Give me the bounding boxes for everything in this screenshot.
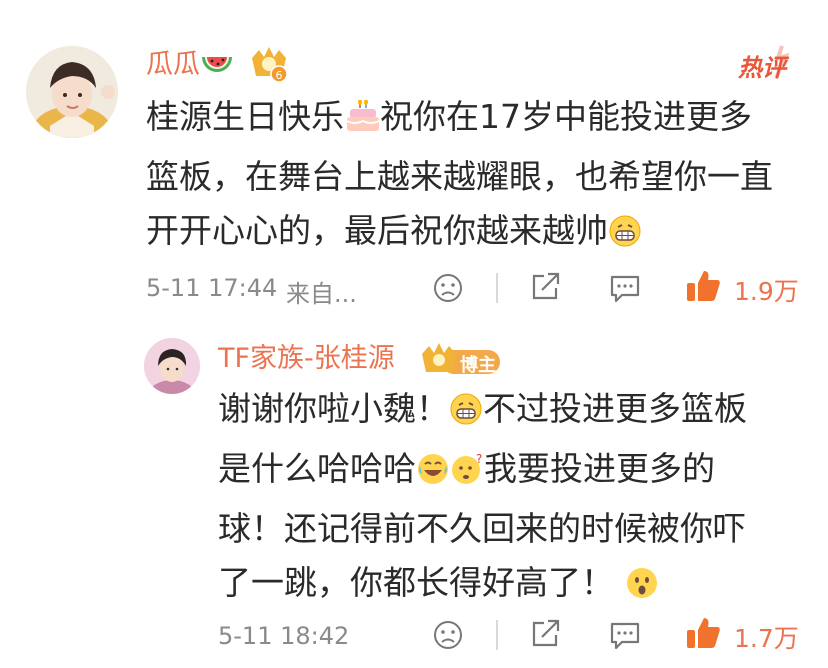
thinking-emoji-icon: ? (450, 448, 484, 502)
blogger-badge: 博主 (420, 340, 502, 380)
reply-like-count: 1.7万 (734, 624, 799, 653)
comment-line-3: 开开心心的，最后祝你越来越帅 (146, 204, 806, 264)
reply-like-button[interactable]: 1.7万 (684, 615, 808, 655)
dislike-face-icon[interactable] (432, 272, 464, 308)
thumbs-up-icon (684, 615, 722, 655)
reply-line-4: 了一跳，你都长得好高了！ (218, 556, 808, 616)
grin-emoji-icon (608, 210, 642, 264)
comment-body: 桂源生日快乐 祝你在17岁中能投进更多 篮板，在舞台上越来越耀眼，也希望你一直 开… (146, 90, 806, 264)
share-icon[interactable] (528, 617, 562, 655)
crown-level-badge-icon: 6 (248, 44, 290, 88)
reply-line-3: 球！还记得前不久回来的时候被你吓 (218, 509, 746, 548)
like-count: 1.9万 (734, 277, 799, 306)
reply-line-1: 谢谢你啦小魏！ 不过投进更多篮板 (218, 382, 808, 442)
replier-avatar[interactable] (144, 338, 200, 394)
reply-body: 谢谢你啦小魏！ 不过投进更多篮板 是什么哈哈哈? 我要投进更多的 球！还记得前不久回… (218, 382, 808, 616)
comment-line-2: 篮板，在舞台上越来越耀眼，也希望你一直 (146, 157, 773, 196)
commenter-avatar[interactable] (26, 46, 118, 138)
thumbs-up-icon (684, 268, 722, 308)
dislike-face-icon[interactable] (432, 619, 464, 655)
grin-emoji-icon (449, 388, 483, 442)
replier-avatar-image (144, 338, 200, 394)
comment-line-1: 桂源生日快乐 祝你在17岁中能投进更多 (146, 90, 806, 150)
comment-timestamp: 5-11 17:44 (146, 274, 278, 302)
blogger-label: 博主 (460, 355, 496, 376)
cake-icon (344, 96, 380, 150)
surprised-emoji-icon (625, 562, 659, 616)
hot-label: 热评 (738, 54, 786, 82)
action-divider (496, 620, 498, 650)
commenter-username[interactable]: 瓜瓜 (146, 49, 200, 80)
comment-source[interactable]: 来自... (286, 274, 357, 309)
comment-icon[interactable] (608, 619, 642, 655)
svg-text:?: ? (476, 452, 482, 466)
share-icon[interactable] (528, 270, 562, 308)
watermelon-icon (200, 51, 234, 88)
commenter-name-row: 瓜瓜 (146, 48, 234, 88)
reply-timestamp: 5-11 18:42 (218, 622, 350, 650)
reply-line-2: 是什么哈哈哈? 我要投进更多的 (218, 442, 808, 502)
like-button[interactable]: 1.9万 (684, 268, 804, 308)
level-number: 6 (276, 69, 283, 82)
laugh-cry-emoji-icon (416, 448, 450, 502)
avatar-image (26, 46, 118, 138)
action-divider (496, 273, 498, 303)
hot-comment-badge: 热评 (738, 44, 790, 82)
comment-icon[interactable] (608, 272, 642, 308)
replier-username[interactable]: TF家族-张桂源 (218, 342, 395, 376)
